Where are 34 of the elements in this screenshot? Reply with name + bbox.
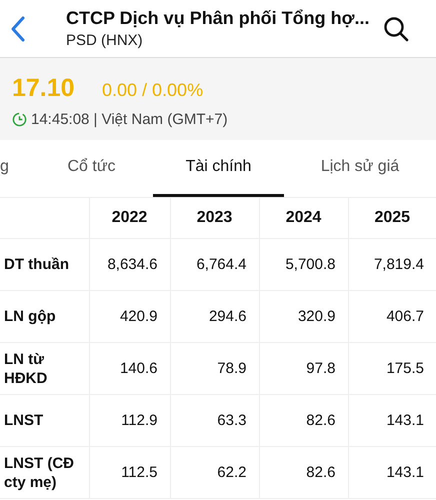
row-label: LNST (CĐ cty mẹ): [0, 446, 89, 498]
table-cell: 63.3: [170, 394, 259, 446]
table-cell: 320.9: [259, 290, 348, 342]
table-cell: 97.8: [259, 342, 348, 394]
year-header: 2024: [259, 198, 348, 238]
search-icon[interactable]: [383, 16, 409, 42]
clock-icon: [12, 112, 27, 127]
ticker-label: PSD (HNX): [66, 32, 144, 49]
year-header: 2025: [348, 198, 436, 238]
table-cell: 420.9: [89, 290, 170, 342]
year-header: 2023: [170, 198, 259, 238]
table-cell: 140.6: [89, 342, 170, 394]
table-cell: 294.6: [170, 290, 259, 342]
year-header: 2022: [89, 198, 170, 238]
tab[interactable]: Tài chính: [153, 140, 284, 197]
table-cell: 8,634.6: [89, 238, 170, 290]
table-cell: 82.6: [259, 394, 348, 446]
table-cell: 6,764.4: [170, 238, 259, 290]
table-cell: 5,700.8: [259, 238, 348, 290]
table-cell: 82.6: [259, 446, 348, 498]
table-cell: 112.5: [89, 446, 170, 498]
update-time: 14:45:08 | Việt Nam (GMT+7): [31, 111, 228, 128]
table-cell: 62.2: [170, 446, 259, 498]
table-cell: 78.9: [170, 342, 259, 394]
price-value: 17.10: [12, 74, 76, 103]
tab[interactable]: Lịch sử giá: [284, 140, 436, 197]
tab[interactable]: Cổ tức: [30, 140, 153, 197]
row-label: LN từ HĐKD: [0, 342, 89, 394]
table-cell: 112.9: [89, 394, 170, 446]
row-label: DT thuần: [0, 238, 89, 290]
price-change: 0.00 / 0.00%: [102, 80, 204, 101]
row-label: LN gộp: [0, 290, 89, 342]
tab[interactable]: g: [0, 140, 30, 197]
row-label: LNST: [0, 394, 89, 446]
